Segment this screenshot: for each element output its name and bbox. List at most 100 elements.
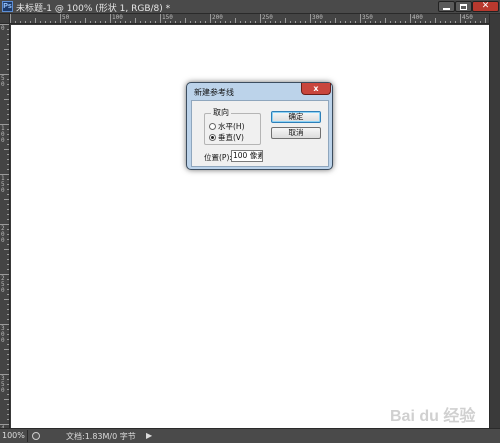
ruler-tick xyxy=(100,21,101,23)
ruler-tick xyxy=(275,21,276,23)
photoshop-icon: Ps xyxy=(2,1,13,12)
ruler-tick xyxy=(4,349,9,350)
ruler-tick xyxy=(120,21,121,23)
position-input[interactable]: 100 像素 xyxy=(231,150,263,162)
ruler-tick xyxy=(7,219,9,220)
ruler-tick xyxy=(175,21,176,23)
vertical-ruler[interactable]: 050100150200250300350400 xyxy=(0,24,10,428)
horizontal-ruler[interactable]: 50 100 150 200 250 300 350 400 450 xyxy=(10,14,489,24)
ruler-tick xyxy=(60,14,61,23)
ruler-tick xyxy=(265,21,266,23)
ruler-tick xyxy=(35,18,36,23)
ruler-tick xyxy=(30,21,31,23)
ruler-tick xyxy=(4,99,9,100)
ruler-tick xyxy=(480,21,481,23)
ruler-tick xyxy=(475,21,476,23)
ruler-tick xyxy=(7,379,9,380)
vertical-scrollbar[interactable] xyxy=(489,14,500,428)
ruler-tick xyxy=(7,359,9,360)
ruler-label: 150 xyxy=(162,14,173,21)
ruler-tick xyxy=(4,399,9,400)
ruler-tick xyxy=(7,179,9,180)
ruler-tick xyxy=(245,21,246,23)
ok-button[interactable]: 确定 xyxy=(271,111,321,123)
ruler-tick xyxy=(180,21,181,23)
ruler-tick xyxy=(205,21,206,23)
ruler-tick xyxy=(7,209,9,210)
ruler-tick xyxy=(4,149,9,150)
ruler-tick xyxy=(240,21,241,23)
ruler-tick xyxy=(7,79,9,80)
ruler-tick xyxy=(270,21,271,23)
ruler-tick xyxy=(210,14,211,23)
document-title: 未标题-1 @ 100% (形状 1, RGB/8) * xyxy=(16,4,171,14)
ruler-tick xyxy=(7,59,9,60)
ruler-tick xyxy=(320,21,321,23)
ruler-tick xyxy=(7,189,9,190)
ruler-tick xyxy=(370,21,371,23)
ruler-label: 200 xyxy=(212,14,223,21)
dialog-body: 取向 水平(H) 垂直(V) 位置(P): 100 像素 确定 取消 xyxy=(191,100,329,167)
ruler-tick xyxy=(420,21,421,23)
ruler-tick xyxy=(75,21,76,23)
ruler-tick xyxy=(70,21,71,23)
zoom-field[interactable]: 100% xyxy=(2,431,25,440)
horizontal-radio[interactable]: 水平(H) xyxy=(209,121,245,132)
ruler-tick xyxy=(7,419,9,420)
ruler-tick xyxy=(390,21,391,23)
ruler-tick xyxy=(145,21,146,23)
ruler-tick xyxy=(7,184,9,185)
dialog-title: 新建参考线 xyxy=(194,88,234,97)
ruler-tick xyxy=(450,21,451,23)
ruler-label: 300 xyxy=(312,14,323,21)
ruler-tick xyxy=(7,354,9,355)
vertical-radio-label: 垂直(V) xyxy=(218,133,244,142)
ruler-tick xyxy=(280,21,281,23)
ruler-tick xyxy=(20,21,21,23)
ruler-tick xyxy=(7,264,9,265)
minimize-icon xyxy=(443,7,450,10)
ruler-tick xyxy=(7,294,9,295)
ruler-tick xyxy=(7,284,9,285)
document-info: 文档:1.83M/0 字节 xyxy=(66,432,136,441)
vertical-radio[interactable]: 垂直(V) xyxy=(209,132,244,143)
ruler-tick xyxy=(7,104,9,105)
ruler-tick xyxy=(170,21,171,23)
ruler-tick xyxy=(7,129,9,130)
ruler-tick xyxy=(7,154,9,155)
ruler-tick xyxy=(10,14,11,23)
ruler-tick xyxy=(7,64,9,65)
status-info-icon[interactable] xyxy=(32,432,40,440)
ruler-tick xyxy=(7,229,9,230)
ruler-tick xyxy=(7,54,9,55)
close-window-button[interactable]: ✕ xyxy=(472,1,499,12)
ruler-tick xyxy=(225,21,226,23)
ruler-tick xyxy=(415,21,416,23)
maximize-button[interactable] xyxy=(455,1,472,12)
minimize-button[interactable] xyxy=(438,1,455,12)
title-bar: Ps 未标题-1 @ 100% (形状 1, RGB/8) * ✕ xyxy=(0,0,500,14)
ruler-tick xyxy=(7,304,9,305)
ruler-tick xyxy=(7,329,9,330)
ruler-tick xyxy=(485,18,486,23)
ruler-tick xyxy=(50,21,51,23)
ruler-tick xyxy=(7,144,9,145)
close-icon: ✕ xyxy=(481,1,490,11)
dialog-close-button[interactable]: x xyxy=(301,83,331,95)
ruler-tick xyxy=(7,139,9,140)
ruler-label: 50 xyxy=(62,14,70,21)
ruler-label: 0 xyxy=(1,25,5,32)
ruler-tick xyxy=(195,21,196,23)
ruler-tick xyxy=(435,18,436,23)
cancel-button[interactable]: 取消 xyxy=(271,127,321,139)
ruler-label: 150 xyxy=(1,175,5,194)
ruler-tick xyxy=(340,21,341,23)
status-menu-arrow-icon[interactable]: ▶ xyxy=(146,431,152,440)
ruler-corner[interactable] xyxy=(0,14,10,24)
ruler-tick xyxy=(445,21,446,23)
ruler-label: 300 xyxy=(1,325,5,344)
ruler-tick xyxy=(255,21,256,23)
ruler-tick xyxy=(115,21,116,23)
ruler-label: 250 xyxy=(262,14,273,21)
ruler-tick xyxy=(200,21,201,23)
